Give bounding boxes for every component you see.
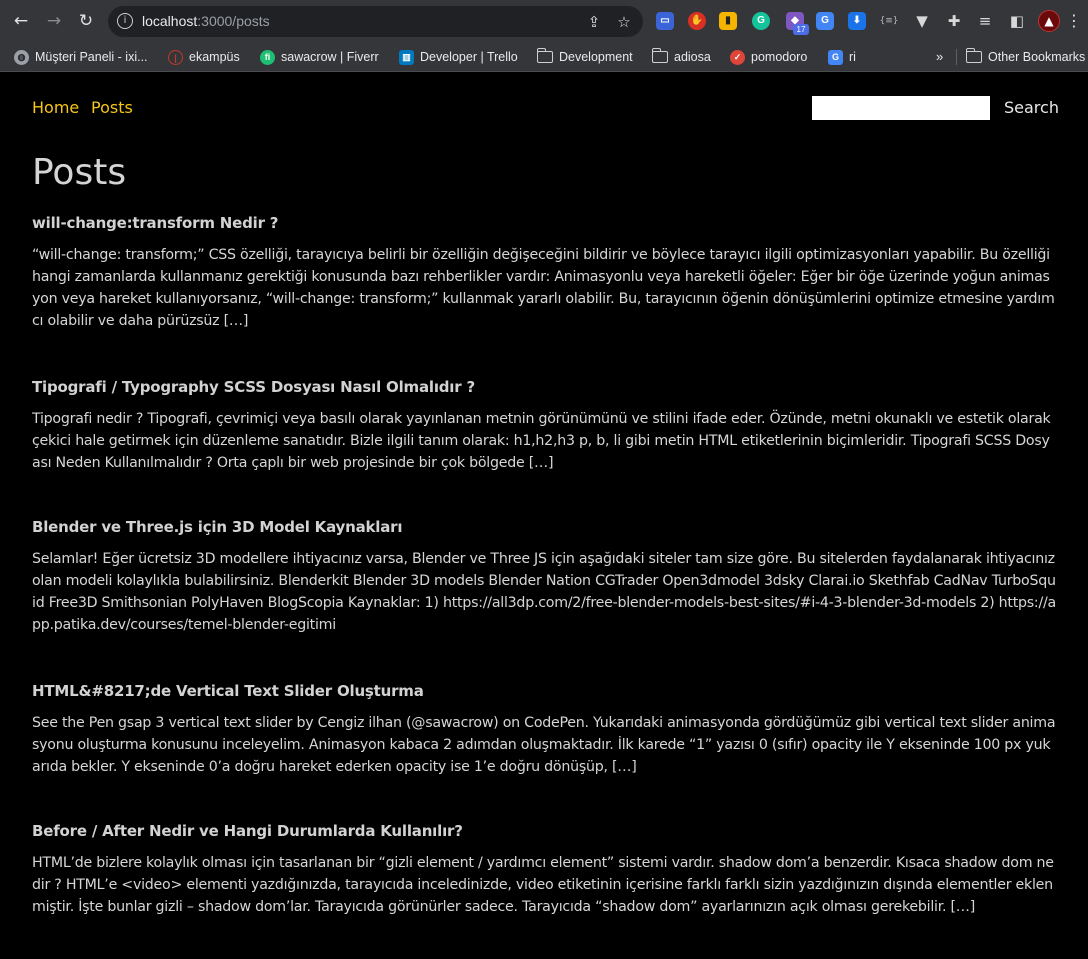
nav-link-posts[interactable]: Posts — [91, 98, 133, 118]
bookmark-item[interactable]: G ri — [828, 47, 856, 67]
bookmark-star-icon[interactable]: ☆ — [614, 12, 634, 32]
share-icon[interactable]: ⇪ — [584, 12, 604, 32]
side-panel-icon[interactable]: ◧ — [1007, 11, 1027, 31]
post-title[interactable]: Before / After Nedir ve Hangi Durumlarda… — [32, 821, 1056, 841]
ekampus-icon: | — [168, 49, 183, 65]
fiverr-icon: fi — [260, 49, 275, 65]
post-excerpt: HTML’de bizlere kolaylık olması için tas… — [32, 855, 1054, 915]
address-bar[interactable]: i localhost:3000/posts ⇪ ☆ — [108, 6, 643, 37]
bookmarks-overflow-chevron-icon[interactable]: » — [936, 47, 943, 67]
extensions-puzzle-icon[interactable]: ✚ — [944, 11, 964, 31]
bookmark-item[interactable]: ▥ Developer | Trello — [399, 47, 518, 67]
extension-adblock-icon[interactable]: ✋ — [688, 12, 706, 30]
globe-icon: ◍ — [14, 49, 29, 65]
bookmark-item[interactable]: | ekampüs — [168, 47, 240, 67]
reload-icon[interactable]: ↻ — [74, 9, 98, 33]
trello-icon: ▥ — [399, 49, 414, 65]
bookmark-item[interactable]: ✓ pomodoro — [730, 47, 807, 67]
other-bookmarks-folder[interactable]: Other Bookmarks — [965, 47, 1085, 67]
page-content: Home Posts Search Posts will-change:tran… — [0, 73, 1088, 959]
post-item: Blender ve Three.js için 3D Model Kaynak… — [32, 517, 1056, 636]
extension-badge: 17 — [793, 24, 809, 35]
post-title[interactable]: HTML&#8217;de Vertical Text Slider Oluşt… — [32, 681, 1056, 701]
extension-grammarly-icon[interactable]: G — [752, 12, 770, 30]
post-title[interactable]: will-change:transform Nedir ? — [32, 213, 1056, 233]
post-item: Before / After Nedir ve Hangi Durumlarda… — [32, 821, 1056, 918]
post-item: will-change:transform Nedir ? “will-chan… — [32, 213, 1056, 332]
bookmarks-bar: ◍ Müşteri Paneli - ixi... | ekampüs fi s… — [0, 42, 1088, 72]
search-input[interactable] — [812, 96, 990, 120]
post-excerpt: Selamlar! Eğer ücretsiz 3D modellere iht… — [32, 551, 1056, 633]
post-title[interactable]: Tipografi / Typography SCSS Dosyası Nası… — [32, 377, 1056, 397]
post-excerpt: “will-change: transform;” CSS özelliği, … — [32, 247, 1055, 329]
profile-avatar[interactable]: ▲ — [1038, 10, 1060, 32]
post-title[interactable]: Blender ve Three.js için 3D Model Kaynak… — [32, 517, 1056, 537]
back-arrow-icon[interactable]: ← — [9, 9, 33, 33]
bookmark-folder[interactable]: adiosa — [651, 47, 711, 67]
extension-json-icon[interactable]: {≡} — [879, 11, 899, 31]
site-info-icon[interactable]: i — [117, 13, 133, 29]
search-button[interactable]: Search — [1004, 98, 1059, 118]
bookmark-folder[interactable]: Development — [536, 47, 633, 67]
browser-toolbar: ← → ↻ i localhost:3000/posts ⇪ ☆ ▭ ✋ ▮ G… — [0, 0, 1088, 42]
page-title: Posts — [32, 152, 127, 193]
post-excerpt: Tipografi nedir ? Tipografi, çevrimiçi v… — [32, 411, 1051, 471]
bookmark-item[interactable]: fi sawacrow | Fiverr — [260, 47, 379, 67]
forward-arrow-icon[interactable]: → — [42, 9, 66, 33]
post-item: HTML&#8217;de Vertical Text Slider Oluşt… — [32, 681, 1056, 778]
browser-menu-icon[interactable]: ⋮ — [1066, 10, 1082, 32]
post-item: Tipografi / Typography SCSS Dosyası Nası… — [32, 377, 1056, 474]
extension-window-icon[interactable]: ▭ — [656, 12, 674, 30]
nav-link-home[interactable]: Home — [32, 98, 79, 118]
bookmarks-divider — [956, 49, 957, 65]
extension-vue-icon[interactable]: ▼ — [912, 11, 932, 31]
folder-icon — [536, 48, 553, 63]
media-queue-icon[interactable]: ≡ — [975, 11, 995, 31]
extension-download-icon[interactable]: ⬇ — [848, 12, 866, 30]
post-excerpt: See the Pen gsap 3 vertical text slider … — [32, 715, 1056, 775]
pomodoro-icon: ✓ — [730, 49, 745, 65]
bookmark-item[interactable]: ◍ Müşteri Paneli - ixi... — [14, 47, 148, 67]
extension-translate-icon[interactable]: G — [816, 12, 834, 30]
folder-icon — [965, 48, 982, 63]
url-text[interactable]: localhost:3000/posts — [142, 12, 270, 30]
folder-icon — [651, 48, 668, 63]
translate-icon: G — [828, 49, 843, 65]
extension-analytics-icon[interactable]: ▮ — [719, 12, 737, 30]
